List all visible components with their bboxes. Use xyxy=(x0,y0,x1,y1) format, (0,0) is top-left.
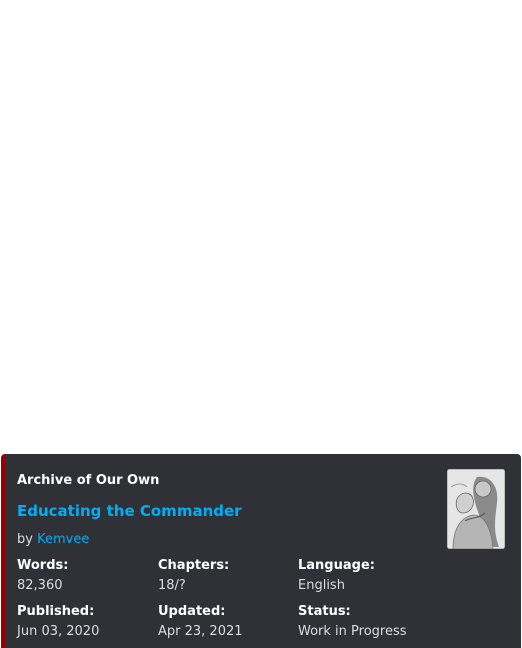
field-value: English xyxy=(298,578,345,593)
field-language: Language: English xyxy=(298,558,438,593)
field-words: Words: 82,360 xyxy=(17,558,157,593)
embed-title-link[interactable]: Educating the Commander xyxy=(17,502,242,520)
field-value: Apr 23, 2021 xyxy=(158,624,243,639)
field-value: 18/? xyxy=(158,578,186,593)
field-name: Status: xyxy=(298,604,351,619)
author-prefix: by xyxy=(17,532,33,547)
field-name: Language: xyxy=(298,558,375,573)
field-value: Work in Progress xyxy=(298,624,407,639)
field-updated: Updated: Apr 23, 2021 xyxy=(158,604,298,639)
field-value: 82,360 xyxy=(17,578,63,593)
field-name: Updated: xyxy=(158,604,226,619)
field-name: Published: xyxy=(17,604,95,619)
embed-provider: Archive of Our Own xyxy=(17,473,160,488)
field-name: Chapters: xyxy=(158,558,230,573)
field-published: Published: Jun 03, 2020 xyxy=(17,604,157,639)
author-link[interactable]: Kemvee xyxy=(37,532,89,547)
link-embed: Archive of Our Own Educating the Command… xyxy=(1,454,521,648)
embed-thumbnail[interactable] xyxy=(447,469,505,549)
cover-illustration xyxy=(447,469,505,549)
field-chapters: Chapters: 18/? xyxy=(158,558,298,593)
embed-author: by Kemvee xyxy=(17,532,89,547)
field-status: Status: Work in Progress xyxy=(298,604,438,639)
field-name: Words: xyxy=(17,558,69,573)
field-value: Jun 03, 2020 xyxy=(17,624,100,639)
